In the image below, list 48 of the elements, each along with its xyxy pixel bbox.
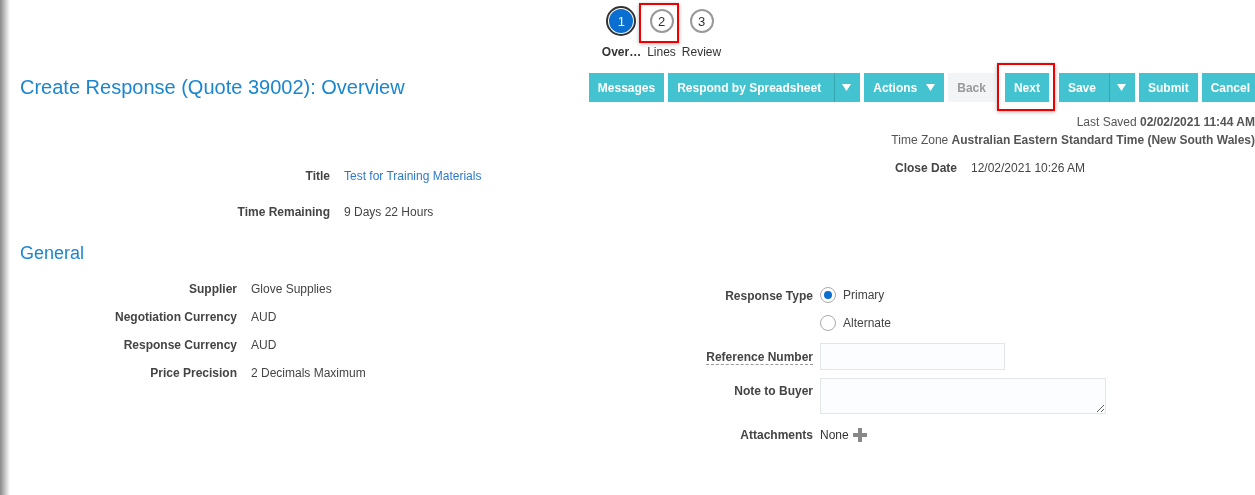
note-to-buyer-field[interactable]: [820, 378, 1106, 414]
toolbar-button[interactable]: Actions: [864, 73, 945, 102]
page-title: Create Response (Quote 39002): Overview: [20, 76, 405, 99]
last-saved-text: Last Saved 02/02/2021 11:44 AM: [1076, 115, 1255, 129]
toolbar-button[interactable]: Cancel: [1201, 73, 1255, 102]
toolbar-button[interactable]: Save: [1058, 73, 1135, 102]
radio-label: Alternate: [843, 316, 892, 330]
train-step[interactable]: 2: [649, 9, 674, 33]
field-label: Time Remaining: [236, 205, 330, 219]
field-label: Close Date: [893, 161, 957, 175]
toolbar-button[interactable]: Submit: [1138, 73, 1198, 102]
radio-label: Primary: [843, 288, 885, 302]
field-value: 9 Days 22 Hours: [344, 205, 435, 219]
time-zone-text: Time Zone Australian Eastern Standard Time (New South Wales): [891, 133, 1255, 147]
step-label: Review: [681, 45, 722, 59]
title-link[interactable]: Test for Training Materials: [344, 169, 630, 183]
field-label: Price Precision: [149, 366, 237, 380]
caret-icon: [842, 84, 852, 91]
field-label: Response Type: [724, 288, 813, 305]
toolbar-button[interactable]: Messages: [588, 73, 665, 102]
field-label: Negotiation Currency: [114, 310, 237, 324]
field-value: 12/02/2021 10:26 AM: [971, 161, 1087, 175]
field-label: Response Currency: [122, 338, 237, 352]
field-value: None: [820, 428, 849, 442]
train-step[interactable]: 1: [609, 9, 634, 33]
highlight-frame: [996, 63, 1055, 111]
add-icon[interactable]: [852, 428, 867, 442]
caret-icon: [926, 84, 936, 91]
field-label: Title: [304, 169, 330, 183]
field-value: AUD: [251, 338, 278, 352]
step-label: Over…: [601, 45, 642, 59]
radio-button[interactable]: [820, 315, 836, 331]
section-heading: General: [20, 243, 86, 264]
step-label: Lines: [647, 45, 676, 59]
field-label: Note to Buyer: [733, 384, 813, 400]
radio-button[interactable]: [820, 287, 836, 303]
field-label: Supplier: [188, 282, 237, 296]
toolbar-button[interactable]: Respond by Spreadsheet: [668, 73, 861, 102]
field-label: Reference Number: [706, 350, 813, 365]
field-label: Attachments: [739, 428, 813, 442]
toolbar-button[interactable]: Next: [1004, 73, 1049, 102]
caret-icon: [1116, 84, 1126, 91]
highlight-frame: [639, 3, 680, 43]
field-value: AUD: [251, 310, 278, 324]
reference-number-field[interactable]: [820, 343, 1005, 370]
train-step[interactable]: 3: [689, 9, 714, 33]
field-value: Glove Supplies: [251, 282, 333, 296]
field-value: 2 Decimals Maximum: [251, 366, 367, 380]
